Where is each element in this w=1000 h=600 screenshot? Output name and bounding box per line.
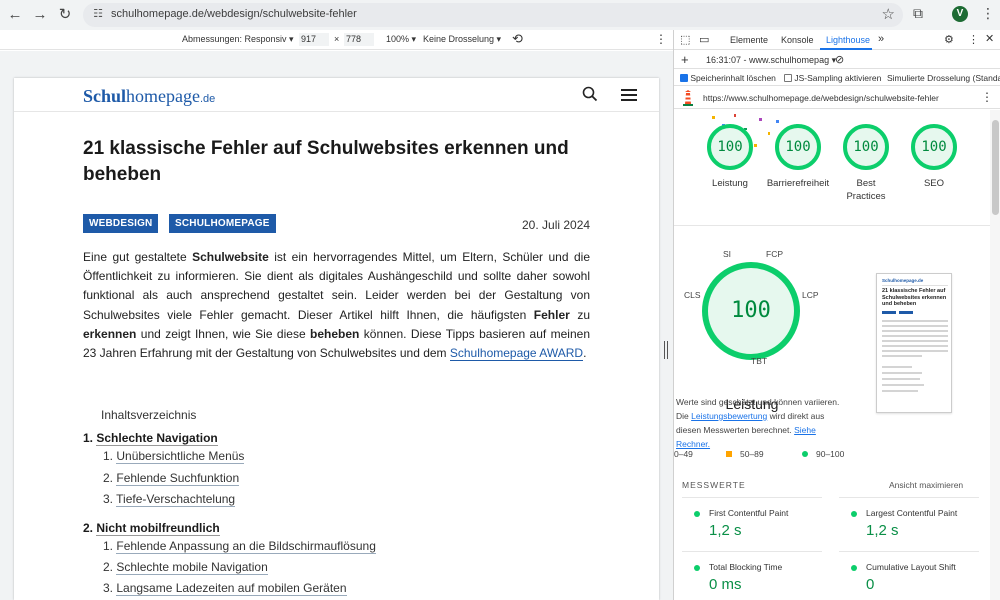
- toc-item[interactable]: 1. Unübersichtliche Menüs: [103, 446, 245, 466]
- score-gauge-performance[interactable]: 100: [707, 124, 753, 170]
- site-header: Schulhomepage.de: [14, 78, 659, 112]
- add-report-icon[interactable]: +: [681, 52, 689, 67]
- toc-item[interactable]: 2. Fehlende Suchfunktion: [103, 468, 240, 488]
- close-icon[interactable]: ✕: [985, 32, 994, 45]
- address-bar[interactable]: ☷ schulhomepage.de/webdesign/schulwebsit…: [83, 3, 903, 27]
- metric-lcp: Largest Contentful Paint 1,2 s: [839, 497, 979, 547]
- lighthouse-logo-icon: [683, 90, 693, 106]
- extensions-icon[interactable]: ⧉: [913, 5, 923, 22]
- toc-section[interactable]: 2. Nicht mobilfreundlich: [83, 518, 220, 538]
- checkbox-unchecked[interactable]: [784, 74, 792, 82]
- search-icon[interactable]: [582, 86, 598, 102]
- segment-lcp: LCP: [802, 290, 819, 300]
- score-disclaimer: Werte sind geschätzt und können variiere…: [676, 397, 840, 449]
- devtools-panel: ⬚ ▭ Elemente Konsole Lighthouse » ⚙ ⋮ ✕ …: [673, 30, 1000, 600]
- pass-dot-icon: [694, 565, 700, 571]
- tab-lighthouse[interactable]: Lighthouse: [826, 35, 870, 45]
- toc-item[interactable]: 1. Fehlende Anpassung an die Bildschirma…: [103, 536, 376, 556]
- legend-average: 50–89: [726, 449, 764, 459]
- toc-item[interactable]: 3. Langsame Ladezeiten auf mobilen Gerät…: [103, 578, 347, 598]
- back-arrow-icon[interactable]: ←: [5, 5, 25, 25]
- pass-dot-icon: [694, 511, 700, 517]
- height-input[interactable]: 778: [344, 33, 374, 46]
- more-tabs-icon[interactable]: »: [878, 33, 884, 45]
- toc-title: Inhaltsverzeichnis: [101, 408, 197, 422]
- site-info-icon[interactable]: ☷: [91, 7, 105, 21]
- active-tab-indicator: [820, 48, 872, 50]
- device-toggle-icon[interactable]: ▭: [699, 33, 709, 46]
- page-viewport: Schulhomepage.de 21 klassische Fehler au…: [14, 78, 659, 600]
- width-input[interactable]: 917: [299, 33, 329, 46]
- devtools-scrollbar[interactable]: [990, 110, 1000, 600]
- resize-handle[interactable]: [664, 341, 668, 359]
- checkbox-checked[interactable]: [680, 74, 688, 82]
- performance-score-link[interactable]: Leistungsbewertung: [691, 411, 767, 421]
- pass-dot-icon: [851, 565, 857, 571]
- browser-menu-icon[interactable]: ⋮: [981, 5, 995, 22]
- audited-url-bar: https://www.schulhomepage.de/webdesign/s…: [674, 87, 1000, 109]
- divider: [674, 225, 990, 226]
- zoom-select[interactable]: 100% ▾: [386, 34, 416, 45]
- metrics-header: MESSWERTE: [682, 480, 746, 490]
- segment-si: SI: [723, 249, 732, 259]
- article-date: 20. Juli 2024: [522, 218, 591, 232]
- tab-console[interactable]: Konsole: [781, 35, 814, 45]
- throttling-option[interactable]: Simulierte Drosselung (Standa: [887, 73, 1000, 83]
- times-sign: ×: [334, 34, 340, 44]
- device-more-icon[interactable]: ⋮: [655, 32, 667, 46]
- article-title: 21 klassische Fehler auf Schulwebsites e…: [83, 138, 569, 185]
- legend-fail: 0–49: [674, 449, 693, 459]
- metric-cls: Cumulative Layout Shift 0: [839, 551, 979, 600]
- browser-toolbar: ← → ↻ ☷ schulhomepage.de/webdesign/schul…: [0, 0, 1000, 30]
- score-gauge-best-practices[interactable]: 100: [843, 124, 889, 170]
- report-select[interactable]: 16:31:07 - www.schulhomepag ▾: [706, 55, 836, 66]
- clear-storage-option[interactable]: Speicherinhalt löschen: [680, 73, 776, 83]
- lighthouse-toolbar: + 16:31:07 - www.schulhomepag ▾ ⊘: [674, 51, 1000, 69]
- tag-schulhomepage[interactable]: SCHULHOMEPAGE: [169, 214, 276, 233]
- page-screenshot-thumbnail[interactable]: Schulhomepage.de 21 klassische Fehler au…: [876, 273, 952, 413]
- segment-tbt: TBT: [751, 356, 768, 366]
- score-gauge-seo[interactable]: 100: [911, 124, 957, 170]
- hamburger-menu-icon[interactable]: [621, 89, 637, 101]
- js-sampling-option[interactable]: JS-Sampling aktivieren: [784, 73, 881, 83]
- score-label: Best Practices: [846, 178, 886, 202]
- scrollbar-thumb[interactable]: [992, 120, 999, 215]
- tab-elements[interactable]: Elemente: [730, 35, 768, 45]
- score-gauge-accessibility[interactable]: 100: [775, 124, 821, 170]
- metric-tbt: Total Blocking Time 0 ms: [682, 551, 822, 600]
- inspect-icon[interactable]: ⬚: [680, 33, 690, 46]
- throttle-select[interactable]: Keine Drosselung ▾: [423, 34, 501, 45]
- rotate-icon[interactable]: ⟲: [512, 31, 523, 47]
- score-label: SEO: [923, 178, 945, 189]
- device-toolbar: Abmessungen: Responsiv ▾ 917 × 778 100% …: [0, 30, 673, 50]
- devtools-menu-icon[interactable]: ⋮: [968, 33, 979, 46]
- profile-avatar[interactable]: V: [952, 6, 968, 22]
- reload-icon[interactable]: ↻: [55, 5, 75, 25]
- toc-item[interactable]: 3. Tiefe-Verschachtelung: [103, 489, 236, 509]
- score-label: Barrierefreiheit: [766, 178, 830, 189]
- pass-dot-icon: [851, 511, 857, 517]
- bookmark-star-icon[interactable]: ☆: [882, 5, 895, 23]
- devtools-tabs: ⬚ ▭ Elemente Konsole Lighthouse » ⚙ ⋮ ✕: [674, 30, 1000, 50]
- settings-gear-icon[interactable]: ⚙: [944, 33, 954, 46]
- url-text: schulhomepage.de/webdesign/schulwebsite-…: [111, 8, 357, 20]
- report-menu-icon[interactable]: ⋮: [981, 90, 993, 104]
- segment-cls: CLS: [684, 290, 701, 300]
- audited-url: https://www.schulhomepage.de/webdesign/s…: [703, 93, 939, 103]
- award-link[interactable]: Schulhomepage AWARD: [449, 346, 584, 362]
- article-intro: Eine gut gestaltete Schulwebsite ist ein…: [83, 250, 590, 362]
- expand-view-button[interactable]: Ansicht maximieren: [889, 480, 963, 490]
- toc-item[interactable]: 2. Schlechte mobile Navigation: [103, 557, 268, 577]
- forward-arrow-icon[interactable]: →: [30, 5, 50, 25]
- legend-pass: 90–100: [802, 449, 844, 459]
- clear-reports-icon[interactable]: ⊘: [835, 53, 844, 66]
- metric-fcp: First Contentful Paint 1,2 s: [682, 497, 822, 547]
- lighthouse-options: Speicherinhalt löschen JS-Sampling aktiv…: [674, 70, 1000, 86]
- site-logo[interactable]: Schulhomepage.de: [83, 86, 215, 107]
- tag-webdesign[interactable]: WEBDESIGN: [83, 214, 159, 233]
- toc-section[interactable]: 1. Schlechte Navigation: [83, 428, 218, 448]
- segment-fcp: FCP: [766, 249, 783, 259]
- dimensions-select[interactable]: Abmessungen: Responsiv ▾: [182, 34, 294, 45]
- performance-gauge: 100: [702, 262, 800, 360]
